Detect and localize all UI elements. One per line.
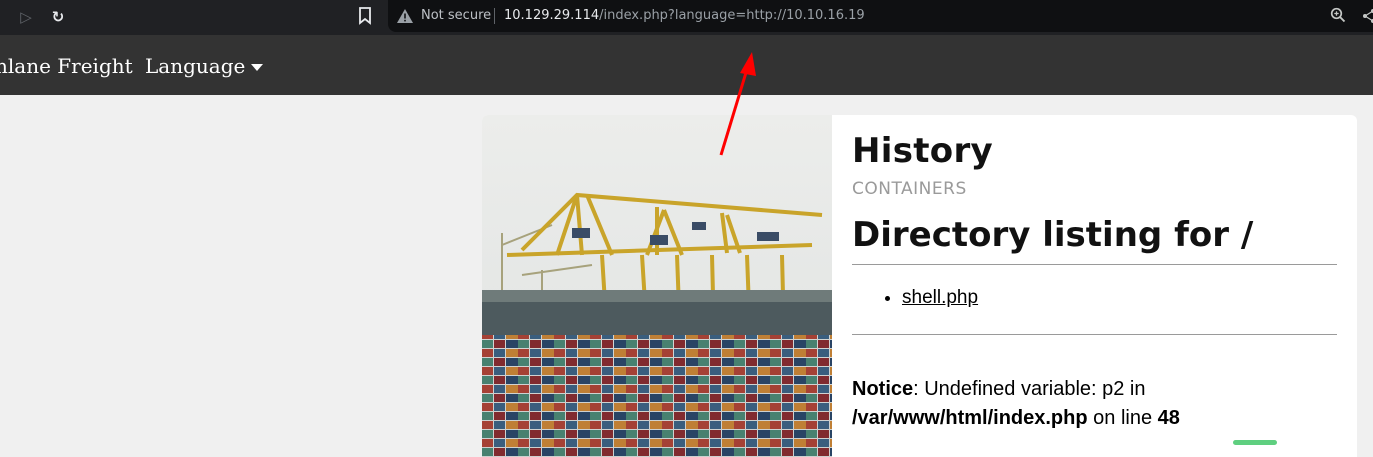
list-item: shell.php — [902, 287, 978, 309]
php-notice: Notice: Undefined variable: p2 in/var/ww… — [852, 375, 1337, 433]
green-indicator — [1233, 440, 1277, 445]
divider-bottom — [852, 334, 1337, 335]
address-bar[interactable]: Not secure 10.129.29.114/index.php?langu… — [388, 0, 1373, 32]
url-host: 10.129.29.114 — [504, 8, 600, 23]
language-label: Language — [145, 54, 246, 78]
directory-list: shell.php — [852, 287, 978, 309]
language-menu[interactable]: Language — [145, 54, 264, 78]
caret-down-icon — [251, 64, 264, 71]
zoom-icon[interactable] — [1330, 7, 1346, 23]
reload-icon[interactable]: ↻ — [49, 8, 67, 26]
site-brand[interactable]: nlane Freight — [0, 54, 133, 78]
divider-top — [852, 264, 1337, 265]
page-title: History — [852, 131, 993, 171]
url-text[interactable]: 10.129.29.114/index.php?language=http://… — [504, 8, 865, 23]
notice-path: /var/www/html/index.php — [852, 407, 1088, 429]
content-card: History CONTAINERS Directory listing for… — [482, 115, 1357, 457]
page-subtitle: CONTAINERS — [852, 179, 967, 199]
file-link-shell[interactable]: shell.php — [902, 287, 978, 308]
share-icon[interactable] — [1362, 8, 1373, 24]
site-header: nlane Freight Language — [0, 35, 1373, 95]
warning-icon[interactable] — [397, 9, 413, 23]
forward-icon[interactable]: ▷ — [17, 8, 35, 26]
directory-heading: Directory listing for / — [852, 215, 1254, 255]
url-separator — [494, 8, 495, 24]
notice-label: Notice — [852, 378, 914, 400]
notice-text: : Undefined variable: p2 in — [913, 378, 1146, 400]
notice-line-number: 48 — [1157, 407, 1180, 429]
notice-text-line: on line — [1087, 407, 1158, 429]
security-label[interactable]: Not secure — [421, 8, 491, 23]
bookmark-icon[interactable] — [358, 7, 372, 25]
url-path: /index.php?language=http://10.10.16.19 — [599, 8, 865, 23]
port-cranes-image — [482, 115, 832, 457]
browser-toolbar: ▷ ↻ Not secure 10.129.29.114/index.php?l… — [0, 0, 1373, 35]
content-pane: History CONTAINERS Directory listing for… — [852, 115, 1337, 457]
